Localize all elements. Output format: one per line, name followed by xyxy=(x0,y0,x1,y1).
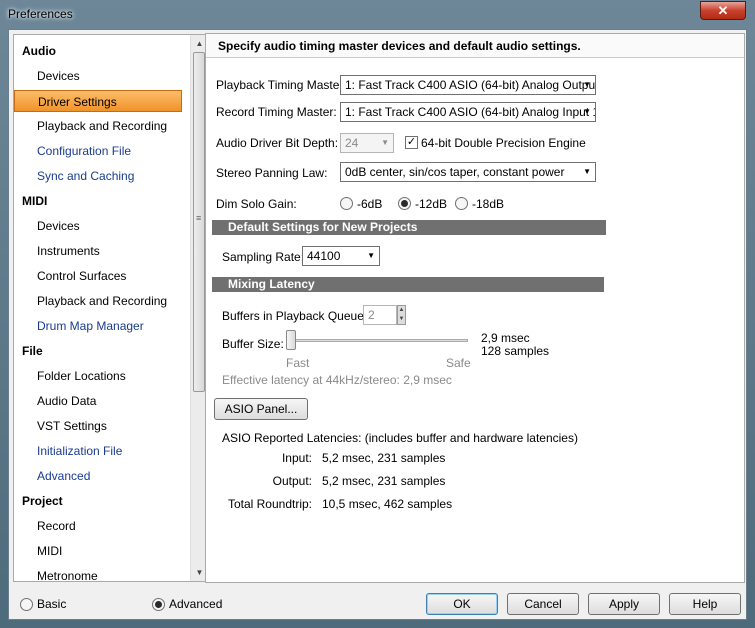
driver-settings-panel: Specify audio timing master devices and … xyxy=(205,33,745,583)
scrollbar-thumb[interactable]: ≡ xyxy=(193,52,205,392)
tree-item[interactable]: Folder Locations xyxy=(37,365,126,387)
dim-solo-radio-6[interactable] xyxy=(340,197,353,210)
mode-advanced-radio[interactable] xyxy=(152,598,165,611)
mode-basic-radio[interactable] xyxy=(20,598,33,611)
bit-depth-select[interactable]: 24 ▼ xyxy=(340,133,394,153)
help-button[interactable]: Help xyxy=(669,593,741,615)
buffer-size-msec: 2,9 msec xyxy=(481,331,530,345)
sampling-rate-select[interactable]: 44100 ▼ xyxy=(302,246,380,266)
ok-button[interactable]: OK xyxy=(426,593,498,615)
dim-solo-label: Dim Solo Gain: xyxy=(216,197,297,211)
tree-item[interactable]: Drum Map Manager xyxy=(37,315,144,337)
dim-solo-option-6: -6dB xyxy=(357,197,383,211)
tree-item[interactable]: Advanced xyxy=(37,465,90,487)
bit-depth-label: Audio Driver Bit Depth: xyxy=(216,136,339,150)
close-icon: ✕ xyxy=(717,3,729,18)
tree-category[interactable]: Audio xyxy=(22,40,56,62)
tree-category[interactable]: MIDI xyxy=(22,190,47,212)
roundtrip-latency-label: Total Roundtrip: xyxy=(227,497,312,511)
tree-item[interactable]: Record xyxy=(37,515,76,537)
tree-item[interactable]: MIDI xyxy=(37,540,62,562)
buffers-input[interactable]: 2 xyxy=(363,305,397,325)
chevron-down-icon: ▼ xyxy=(583,167,591,176)
asio-panel-button[interactable]: ASIO Panel... xyxy=(214,398,308,420)
panning-select[interactable]: 0dB center, sin/cos taper, constant powe… xyxy=(340,162,596,182)
tree-item[interactable]: Devices xyxy=(37,65,80,87)
buffer-size-slider[interactable] xyxy=(286,330,296,350)
reported-latencies-label: ASIO Reported Latencies: (includes buffe… xyxy=(222,431,578,445)
mode-basic-label: Basic xyxy=(37,597,67,611)
record-master-label: Record Timing Master: xyxy=(216,105,337,119)
tree-item[interactable]: Sync and Caching xyxy=(37,165,134,187)
bit-depth-value: 24 xyxy=(345,136,359,150)
tree-item[interactable]: Instruments xyxy=(37,240,100,262)
window-title: Preferences xyxy=(8,7,73,21)
latency-section-header: Mixing Latency xyxy=(212,277,604,292)
output-latency-value: 5,2 msec, 231 samples xyxy=(322,474,446,488)
tree-item[interactable]: Playback and Recording xyxy=(37,115,167,137)
dim-solo-option-18: -18dB xyxy=(472,197,505,211)
close-button[interactable]: ✕ xyxy=(700,1,746,20)
chevron-down-icon: ▼ xyxy=(367,251,375,260)
apply-button[interactable]: Apply xyxy=(588,593,660,615)
tree-category[interactable]: File xyxy=(22,340,43,362)
defaults-section-header: Default Settings for New Projects xyxy=(212,220,606,235)
panning-label: Stereo Panning Law: xyxy=(216,166,328,180)
double-precision-label: 64-bit Double Precision Engine xyxy=(421,136,586,150)
playback-master-value: 1: Fast Track C400 ASIO (64-bit) Analog … xyxy=(345,78,596,92)
buffer-size-samples: 128 samples xyxy=(481,344,550,358)
title-bar[interactable]: Preferences ✕ xyxy=(0,0,755,28)
tree-item[interactable]: Driver Settings xyxy=(14,90,182,112)
sampling-rate-label: Sampling Rate: xyxy=(222,250,305,264)
output-latency-label: Output: xyxy=(272,474,312,488)
tree-item[interactable]: Playback and Recording xyxy=(37,290,167,312)
mode-advanced-label: Advanced xyxy=(169,597,223,611)
buffers-stepper[interactable]: ▲ ▼ xyxy=(397,305,406,325)
sampling-rate-value: 44100 xyxy=(307,249,341,263)
tree-item[interactable]: Configuration File xyxy=(37,140,131,162)
tree-item[interactable]: Devices xyxy=(37,215,80,237)
panning-value: 0dB center, sin/cos taper, constant powe… xyxy=(345,165,565,179)
dialog-client: Audio Devices Driver Settings Playback and … xyxy=(8,29,747,620)
chevron-down-icon: ▼ xyxy=(381,138,389,147)
playback-master-select[interactable]: 1: Fast Track C400 ASIO (64-bit) Analog … xyxy=(340,75,596,95)
panel-header: Specify audio timing master devices and … xyxy=(206,34,744,58)
double-precision-checkbox[interactable]: ✓ xyxy=(405,136,418,149)
buffers-label: Buffers in Playback Queue: xyxy=(222,309,368,323)
buffer-size-label: Buffer Size: xyxy=(222,337,284,351)
tree-item[interactable]: Audio Data xyxy=(37,390,96,412)
record-master-value: 1: Fast Track C400 ASIO (64-bit) Analog … xyxy=(345,105,596,119)
cancel-button[interactable]: Cancel xyxy=(507,593,579,615)
effective-latency: Effective latency at 44kHz/stereo: 2,9 m… xyxy=(222,373,452,387)
chevron-down-icon: ▼ xyxy=(583,107,591,116)
tree-category[interactable]: Project xyxy=(22,490,63,512)
category-tree: Audio Devices Driver Settings Playback and … xyxy=(13,34,209,582)
stepper-arrows-icon: ▲ ▼ xyxy=(398,307,405,322)
tree-item[interactable]: VST Settings xyxy=(37,415,107,437)
tree-item[interactable]: Initialization File xyxy=(37,440,122,462)
record-master-select[interactable]: 1: Fast Track C400 ASIO (64-bit) Analog … xyxy=(340,102,596,122)
buffer-size-track[interactable] xyxy=(286,339,468,342)
grip-icon: ≡ xyxy=(196,213,202,223)
slider-safe-label: Safe xyxy=(446,356,471,370)
preferences-window: Preferences ✕ Audio Devices Driver Setting… xyxy=(0,0,755,628)
dim-solo-radio-18[interactable] xyxy=(455,197,468,210)
roundtrip-latency-value: 10,5 msec, 462 samples xyxy=(322,497,453,511)
dim-solo-option-12: -12dB xyxy=(415,197,448,211)
tree-item[interactable]: Metronome xyxy=(37,565,98,581)
buffers-value: 2 xyxy=(368,308,375,322)
dim-solo-radio-12[interactable] xyxy=(398,197,411,210)
slider-fast-label: Fast xyxy=(286,356,310,370)
input-latency-label: Input: xyxy=(281,451,312,465)
chevron-down-icon: ▼ xyxy=(583,80,591,89)
playback-master-label: Playback Timing Master: xyxy=(216,78,347,92)
input-latency-value: 5,2 msec, 231 samples xyxy=(322,451,446,465)
checkmark-icon: ✓ xyxy=(406,136,417,148)
tree-item[interactable]: Control Surfaces xyxy=(37,265,126,287)
